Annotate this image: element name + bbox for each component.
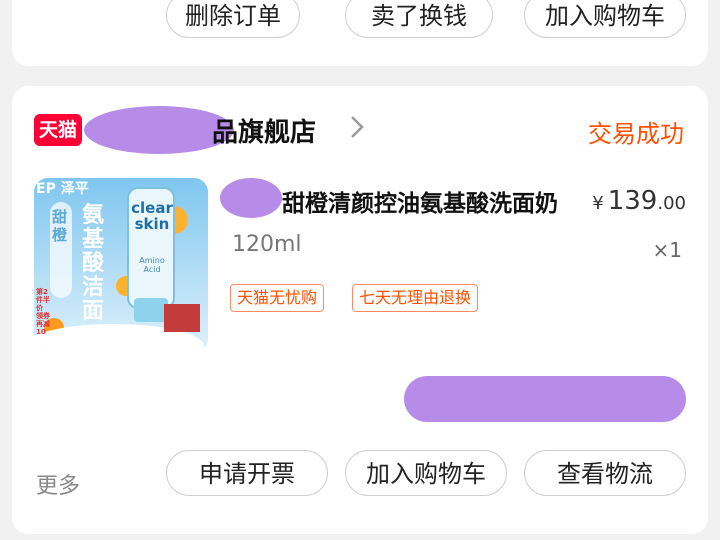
store-name[interactable]: 品旗舰店 [212,112,316,149]
price-decimal: .00 [657,193,686,214]
redacted-payment-summary [404,376,686,422]
tag-seven-day-return[interactable]: 七天无理由退换 [352,284,479,312]
product-price: ¥139.00 [592,186,686,216]
add-to-cart-button-top[interactable]: 加入购物车 [524,0,686,38]
price-integer: 139 [607,186,658,216]
product-image-brand: clear skin [131,199,173,233]
product-image-logo: EP 泽平 [36,181,89,197]
order-status: 交易成功 [588,120,684,148]
request-invoice-button[interactable]: 申请开票 [166,450,328,496]
previous-order-card: 删除订单 卖了换钱 加入购物车 [12,0,708,66]
view-logistics-button[interactable]: 查看物流 [524,450,686,496]
tmall-badge-icon: 天猫 [34,114,82,146]
price-currency: ¥ [592,193,604,214]
product-image-promo: 第2件半价 领券再减10 [36,288,50,336]
add-to-cart-button[interactable]: 加入购物车 [345,450,507,496]
product-title[interactable]: 甜橙清颜控油氨基酸洗面奶 [282,184,582,218]
product-image-side-text: 甜橙 [52,208,68,244]
delete-order-button[interactable]: 删除订单 [166,0,300,38]
product-quantity: ×1 [652,238,682,262]
redacted-title-prefix [220,178,282,218]
product-image-main-text: 氨基酸洁面 [82,203,105,324]
more-link[interactable]: 更多 [36,468,80,500]
order-card: 天猫 品旗舰店 交易成功 EP 泽平 甜橙 氨基酸洁面 clear skin A… [12,86,708,534]
product-image[interactable]: EP 泽平 甜橙 氨基酸洁面 clear skin Amino Acid 第2件… [34,178,208,352]
sell-for-money-button[interactable]: 卖了换钱 [345,0,493,38]
product-image-tube-label: Amino Acid [139,256,165,274]
chevron-right-icon[interactable] [346,114,370,140]
product-variant: 120ml [232,232,302,257]
tag-tmall-worry-free[interactable]: 天猫无忧购 [230,284,325,312]
